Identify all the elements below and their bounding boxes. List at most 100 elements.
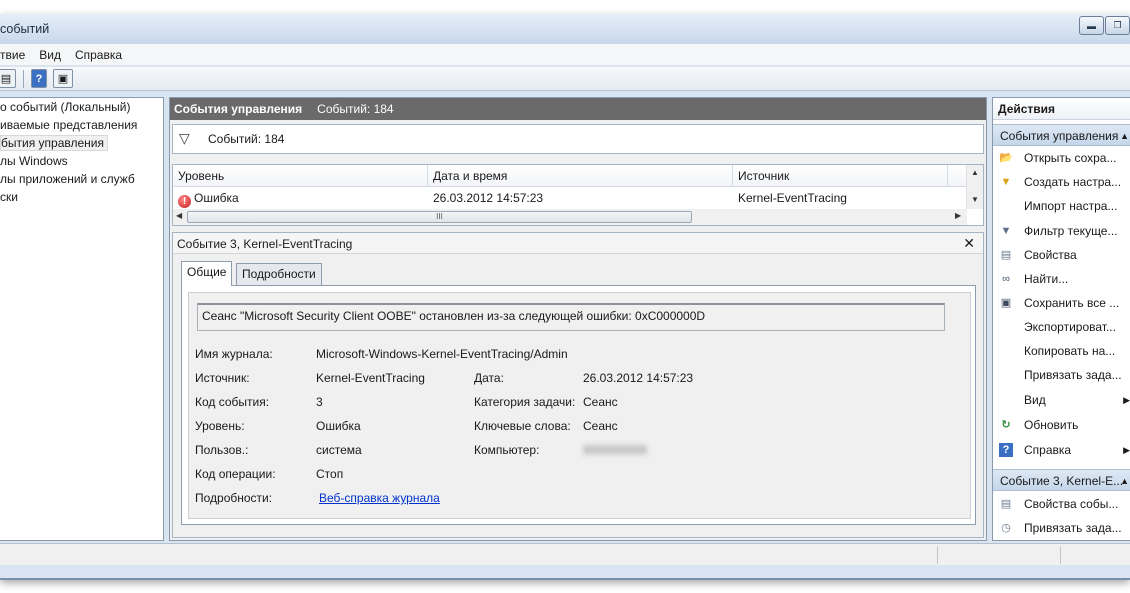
action-properties[interactable]: ▤ Свойства (993, 244, 1130, 266)
center-header: События управления Событий: 184 (170, 98, 986, 120)
actions-title: Действия (993, 98, 1130, 120)
source-label: Источник: (195, 371, 250, 385)
scroll-right-icon[interactable]: ▶ (955, 211, 961, 220)
scroll-up-icon[interactable]: ▲ (971, 168, 979, 177)
general-panel: Сеанс "Microsoft Security Client OOBE" о… (188, 292, 971, 519)
minimize-button[interactable]: ▬ (1079, 16, 1104, 35)
action-export-custom-view[interactable]: Экспортироват... (993, 316, 1130, 338)
event-detail-pane: Событие 3, Kernel-EventTracing ✕ Общие П… (172, 232, 984, 538)
column-header-datetime[interactable]: Дата и время (428, 165, 733, 187)
collapse-up-icon[interactable]: ▲ (1120, 125, 1129, 145)
filter-event-count: Событий: 184 (208, 132, 285, 146)
error-icon: ! (178, 195, 191, 208)
action-label: Импорт настра... (1024, 199, 1118, 213)
table-row[interactable]: ! Ошибка 26.03.2012 14:57:23 Kernel-Event… (173, 188, 967, 208)
center-header-count: Событий: 184 (317, 102, 394, 116)
tab-general[interactable]: Общие (181, 261, 233, 286)
action-label: Создать настра... (1024, 175, 1122, 189)
filter-bar: ▽ Событий: 184 (172, 124, 984, 154)
toolbar: ▤ ? ▣ (0, 67, 1130, 91)
help-icon: ? (999, 443, 1013, 457)
title-bar[interactable]: событий ▬ ❐ (0, 14, 1130, 44)
section-label: События управления (1000, 129, 1119, 143)
tree-item-windows-logs[interactable]: лы Windows (0, 154, 71, 170)
row-datetime-cell: 26.03.2012 14:57:23 (433, 191, 544, 205)
task-category-value: Сеанс (583, 395, 618, 409)
grid-horizontal-scrollbar[interactable]: ◀ III ▶ (173, 209, 967, 225)
window-controls: ▬ ❐ (1078, 16, 1130, 36)
actions-section-event[interactable]: Событие 3, Kernel-E... ▲ (993, 469, 1130, 491)
tab-details[interactable]: Подробности (236, 263, 322, 285)
menu-help[interactable]: Справка (75, 48, 122, 62)
action-find[interactable]: ∞ Найти... (993, 268, 1130, 290)
action-import-custom-view[interactable]: Импорт настра... (993, 195, 1130, 217)
level-label: Уровень: (195, 419, 245, 433)
tree-item-applications-services-logs[interactable]: лы приложений и служб (0, 172, 138, 188)
column-header-level[interactable]: Уровень (173, 165, 428, 187)
help-icon[interactable]: ? (31, 69, 47, 88)
event-viewer-window: событий ▬ ❐ твие Вид Справка ▤ ? ▣ о соб… (0, 14, 1130, 580)
show-hide-action-pane-icon[interactable]: ▣ (53, 69, 73, 88)
status-separator (1060, 546, 1061, 564)
keywords-value: Сеанс (583, 419, 618, 433)
filter-icon: ▼ (1000, 225, 1012, 237)
action-view-submenu[interactable]: Вид ▶ (993, 389, 1130, 411)
actions-section-administrative-events[interactable]: События управления ▲ (993, 124, 1130, 146)
action-attach-task-to-event[interactable]: ◷ Привязать зада... (993, 517, 1130, 539)
scroll-down-icon[interactable]: ▼ (971, 195, 979, 204)
show-hide-tree-icon[interactable]: ▤ (0, 69, 16, 88)
section-label: Событие 3, Kernel-E... (1000, 474, 1124, 488)
toolbar-separator (23, 70, 24, 88)
date-value: 26.03.2012 14:57:23 (583, 371, 694, 385)
user-label: Пользов.: (195, 443, 249, 457)
maximize-button[interactable]: ❐ (1105, 16, 1130, 35)
scrollbar-thumb[interactable]: III (187, 211, 692, 223)
action-attach-task-to-view[interactable]: Привязать зада... (993, 364, 1130, 386)
date-label: Дата: (474, 371, 504, 385)
action-create-custom-view[interactable]: ▼ Создать настра... (993, 171, 1130, 193)
tree-item-administrative-events[interactable]: бытия управления (0, 135, 108, 151)
menu-action[interactable]: твие (0, 48, 25, 62)
attach-task-icon: ◷ (1001, 522, 1011, 534)
column-header-source[interactable]: Источник (733, 165, 948, 187)
grid-vertical-scrollbar[interactable]: ▲ ▼ (966, 165, 983, 209)
tree-item-event-viewer-local[interactable]: о событий (Локальный) (0, 100, 134, 116)
action-refresh[interactable]: ↻ Обновить (993, 414, 1130, 436)
details-label: Подробности: (195, 491, 273, 505)
action-copy-custom-view[interactable]: Копировать на... (993, 340, 1130, 362)
open-folder-icon: 📂 (999, 152, 1013, 164)
keywords-label: Ключевые слова: (474, 419, 571, 433)
action-filter-current-log[interactable]: ▼ Фильтр текуще... (993, 220, 1130, 242)
scroll-left-icon[interactable]: ◀ (176, 211, 182, 220)
collapse-up-icon[interactable]: ▲ (1120, 470, 1129, 490)
tree-item-subscriptions[interactable]: ски (0, 190, 21, 206)
menu-view[interactable]: Вид (39, 48, 61, 62)
action-save-all-events[interactable]: ▣ Сохранить все ... (993, 292, 1130, 314)
detail-header: Событие 3, Kernel-EventTracing ✕ (173, 233, 983, 254)
event-properties-icon: ▤ (1000, 498, 1012, 510)
actions-pane: Действия События управления ▲ 📂 Открыть … (992, 97, 1130, 541)
event-message[interactable]: Сеанс "Microsoft Security Client OOBE" о… (197, 303, 945, 331)
event-id-label: Код события: (195, 395, 270, 409)
action-label: Фильтр текуще... (1024, 224, 1118, 238)
row-level-text: Ошибка (194, 191, 239, 205)
close-icon[interactable]: ✕ (963, 235, 975, 252)
status-separator (937, 546, 938, 564)
action-label: Справка (1024, 443, 1072, 457)
row-source-cell: Kernel-EventTracing (738, 191, 847, 205)
log-name-label: Имя журнала: (195, 347, 273, 361)
action-label: Свойства собы... (1024, 497, 1119, 511)
events-grid: Уровень Дата и время Источник ! Ошибка 26… (172, 164, 984, 226)
action-label: Сохранить все ... (1024, 296, 1120, 310)
action-label: Открыть сохра... (1024, 151, 1117, 165)
action-open-saved-log[interactable]: 📂 Открыть сохра... (993, 147, 1130, 169)
task-category-label: Категория задачи: (474, 395, 576, 409)
action-help-submenu[interactable]: ? Справка ▶ (993, 439, 1130, 461)
action-event-properties[interactable]: ▤ Свойства собы... (993, 493, 1130, 515)
log-name-value: Microsoft-Windows-Kernel-EventTracing/Ad… (316, 347, 568, 361)
tree-item-custom-views[interactable]: иваемые представления (0, 118, 140, 134)
binoculars-icon: ∞ (1002, 273, 1010, 285)
menu-bar: твие Вид Справка (0, 44, 1130, 66)
user-value: система (316, 443, 362, 457)
event-log-online-help-link[interactable]: Веб-справка журнала (319, 491, 440, 505)
